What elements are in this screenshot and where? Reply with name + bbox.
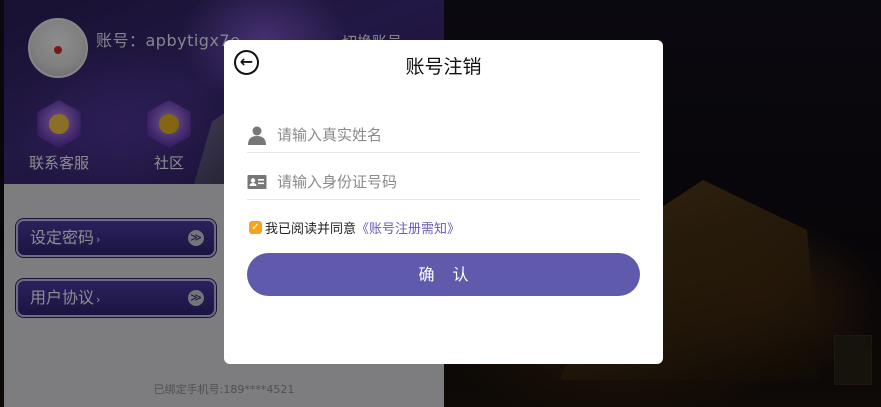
id-card-icon [247, 175, 267, 189]
agreement-text: 我已阅读并同意 [265, 222, 357, 237]
agreement-row: ✓ 我已阅读并同意 《账号注册需知》 [249, 218, 460, 237]
id-number-input[interactable] [277, 168, 632, 196]
user-icon [248, 126, 266, 145]
dialog-title: 账号注销 [405, 56, 482, 78]
real-name-field [247, 117, 640, 153]
id-number-field [247, 164, 640, 200]
agreement-link[interactable]: 《账号注册需知》 [356, 218, 460, 237]
agreement-checkbox[interactable]: ✓ [249, 221, 262, 234]
confirm-button[interactable]: 确认 [247, 253, 640, 296]
real-name-input[interactable] [277, 121, 632, 149]
account-deletion-dialog: ← 账号注销 ✓ 我已阅读并同意《账号注册需知》 确认 [224, 40, 663, 364]
